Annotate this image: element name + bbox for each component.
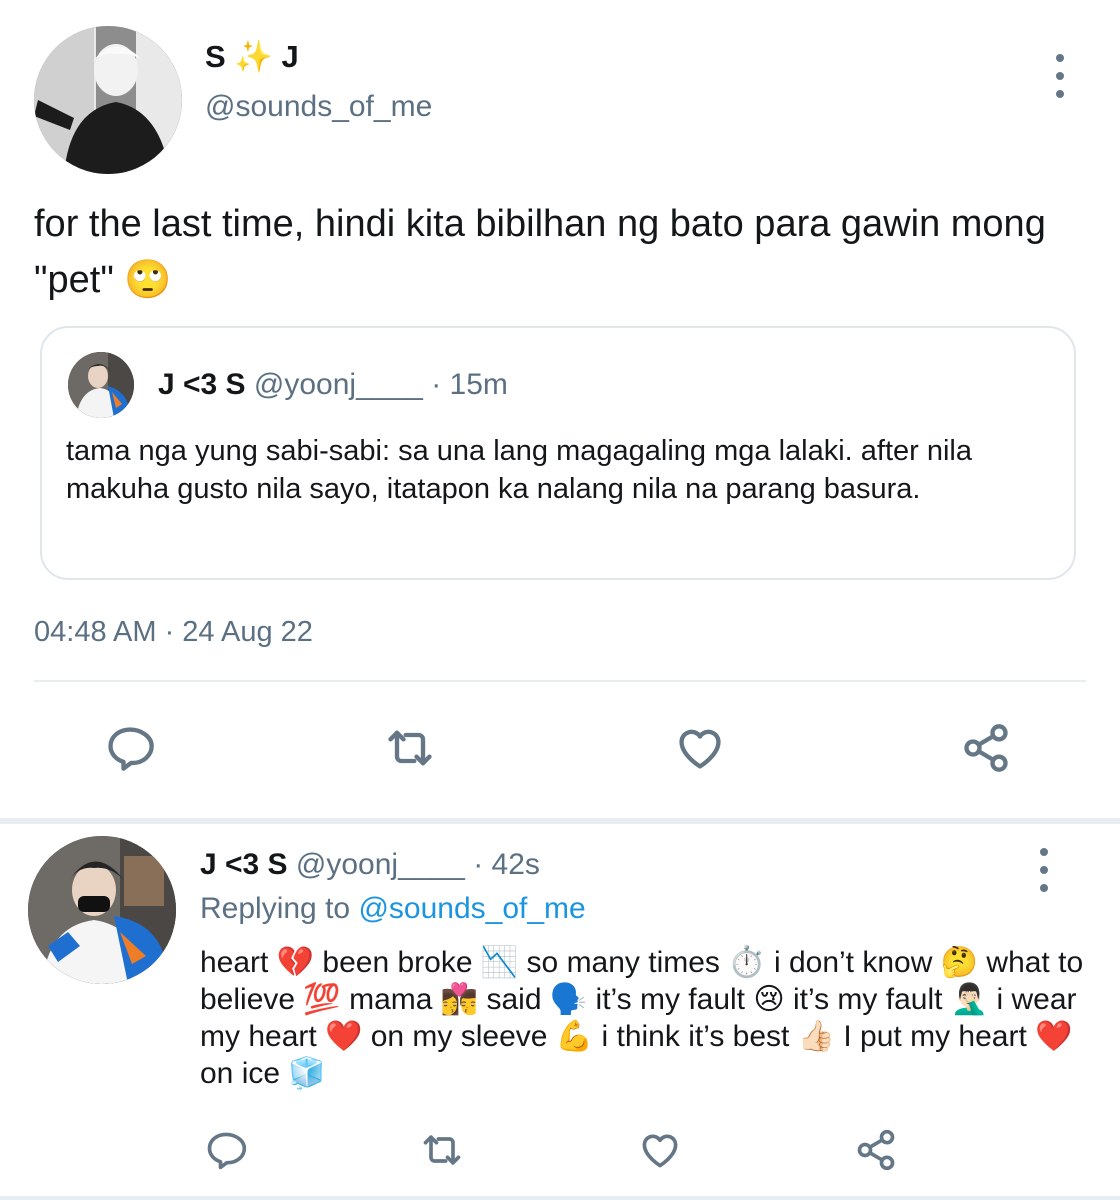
reply-like-icon[interactable] [638, 1128, 682, 1172]
reply-more-options-icon[interactable] [1032, 848, 1056, 892]
reply-retweet-icon[interactable] [420, 1128, 464, 1172]
section-separator [0, 818, 1120, 824]
retweet-icon[interactable] [384, 722, 436, 774]
share-icon[interactable] [960, 722, 1012, 774]
author-name[interactable]: S ✨ J [205, 38, 299, 75]
divider [34, 680, 1086, 682]
replying-to-line: Replying to @sounds_of_me [200, 892, 586, 926]
reply-time[interactable]: · 42s [473, 848, 540, 881]
quoted-tweet-time: · 15m [431, 368, 508, 401]
reply-author-handle[interactable]: @yoonj____ [296, 848, 465, 881]
reply-icon[interactable] [104, 722, 156, 774]
reply-text: heart 💔 been broke 📉 so many times ⏱️ i … [200, 946, 1084, 1090]
author-avatar[interactable] [34, 26, 182, 174]
tweet-text: for the last time, hindi kita bibilhan n… [34, 203, 1046, 301]
like-icon[interactable] [674, 722, 726, 774]
reply-header: J <3 S @yoonj____ · 42s [200, 848, 540, 882]
reply-author-avatar[interactable] [28, 836, 176, 984]
replying-to-mention[interactable]: @sounds_of_me [358, 892, 585, 925]
reply-share-icon[interactable] [854, 1128, 898, 1172]
quoted-tweet-header: J <3 S @yoonj____ · 15m [158, 368, 508, 402]
replying-to-label: Replying to [200, 892, 351, 925]
bottom-separator [0, 1196, 1120, 1200]
reply-reply-icon[interactable] [204, 1128, 248, 1172]
quoted-author-avatar [68, 352, 134, 418]
quoted-author-handle: @yoonj____ [253, 368, 423, 401]
quoted-tweet-card[interactable]: J <3 S @yoonj____ · 15m tama nga yung sa… [40, 326, 1076, 580]
reply-author-name[interactable]: J <3 S [200, 848, 288, 881]
quoted-tweet-text: tama nga yung sabi-sabi: sa una lang mag… [66, 435, 972, 505]
more-options-icon[interactable] [1048, 54, 1072, 98]
author-handle[interactable]: @sounds_of_me [205, 90, 432, 124]
quoted-author-name: J <3 S [158, 368, 246, 401]
tweet-timestamp[interactable]: 04:48 AM · 24 Aug 22 [34, 616, 313, 649]
